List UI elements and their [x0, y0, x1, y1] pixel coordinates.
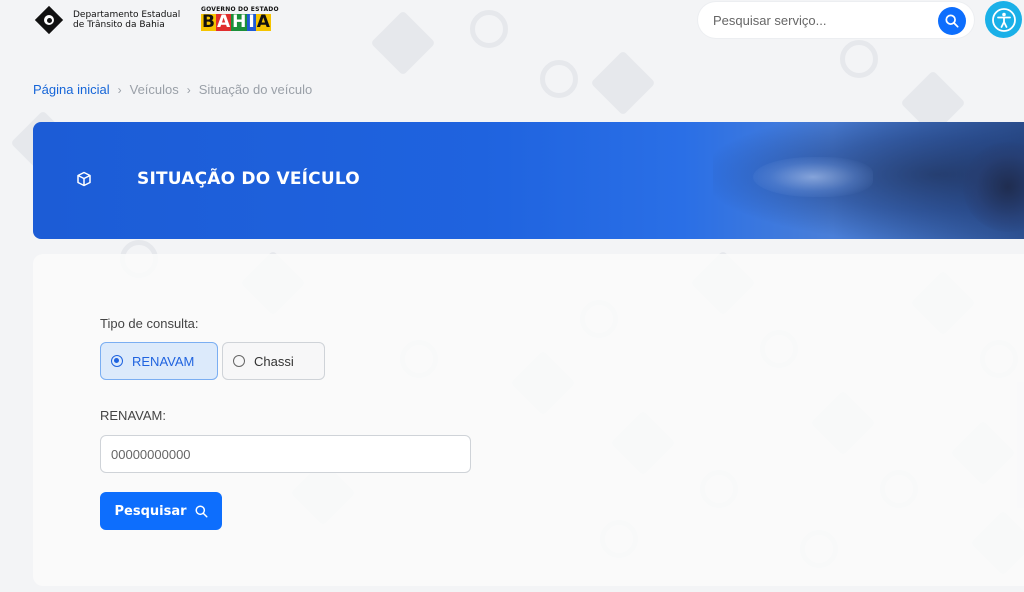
- bahia-wordmark: B A H I A: [201, 14, 279, 31]
- bahia-letter: A: [215, 12, 232, 32]
- detran-logo[interactable]: Departamento Estadual de Trânsito da Bah…: [33, 4, 180, 36]
- radio-label-chassi: Chassi: [254, 353, 294, 369]
- search-icon: [945, 14, 959, 28]
- cube-icon: [77, 171, 91, 187]
- radio-unselected-icon: [233, 355, 245, 367]
- search-button[interactable]: [938, 7, 966, 35]
- detran-line-2: de Trânsito da Bahia: [73, 20, 165, 30]
- query-type-label: Tipo de consulta:: [100, 316, 199, 331]
- service-search: [698, 2, 974, 38]
- breadcrumb-veiculos[interactable]: Veículos: [130, 82, 179, 97]
- bahia-letter: H: [231, 12, 248, 32]
- radio-label-renavam: RENAVAM: [132, 353, 195, 369]
- radio-option-chassi[interactable]: Chassi: [222, 342, 325, 380]
- detran-line-1: Departamento Estadual: [73, 10, 181, 20]
- breadcrumb-separator: ›: [117, 82, 122, 97]
- breadcrumb-home[interactable]: Página inicial: [33, 82, 110, 97]
- accessibility-button[interactable]: [985, 1, 1022, 38]
- breadcrumb-current: Situação do veículo: [198, 82, 313, 97]
- service-search-input[interactable]: [713, 12, 933, 28]
- page-title: SITUAÇÃO DO VEÍCULO: [137, 169, 360, 189]
- top-bar: Departamento Estadual de Trânsito da Bah…: [0, 0, 1024, 44]
- governo-bahia-logo[interactable]: GOVERNO DO ESTADO B A H I A: [201, 6, 279, 31]
- query-form-card: Tipo de consulta: RENAVAM Chassi RENAVAM…: [33, 254, 1024, 586]
- bahia-letter: A: [255, 12, 271, 32]
- detran-name: Departamento Estadual de Trânsito da Bah…: [73, 10, 180, 30]
- renavam-field-label: RENAVAM:: [100, 408, 166, 423]
- pesquisar-button[interactable]: Pesquisar: [100, 492, 222, 530]
- bahia-letter: B: [201, 12, 216, 32]
- breadcrumb-separator: ›: [186, 82, 191, 97]
- renavam-input[interactable]: [100, 435, 471, 473]
- accessibility-icon: [991, 7, 1016, 32]
- radio-selected-icon: [111, 355, 123, 367]
- page-banner: SITUAÇÃO DO VEÍCULO: [33, 122, 1024, 239]
- detran-mark-icon: [33, 4, 65, 36]
- radio-option-renavam[interactable]: RENAVAM: [100, 342, 218, 380]
- bahia-letter: I: [247, 12, 256, 32]
- pesquisar-label: Pesquisar: [114, 503, 187, 519]
- breadcrumb: Página inicial › Veículos › Situação do …: [33, 82, 312, 97]
- search-icon: [195, 504, 208, 518]
